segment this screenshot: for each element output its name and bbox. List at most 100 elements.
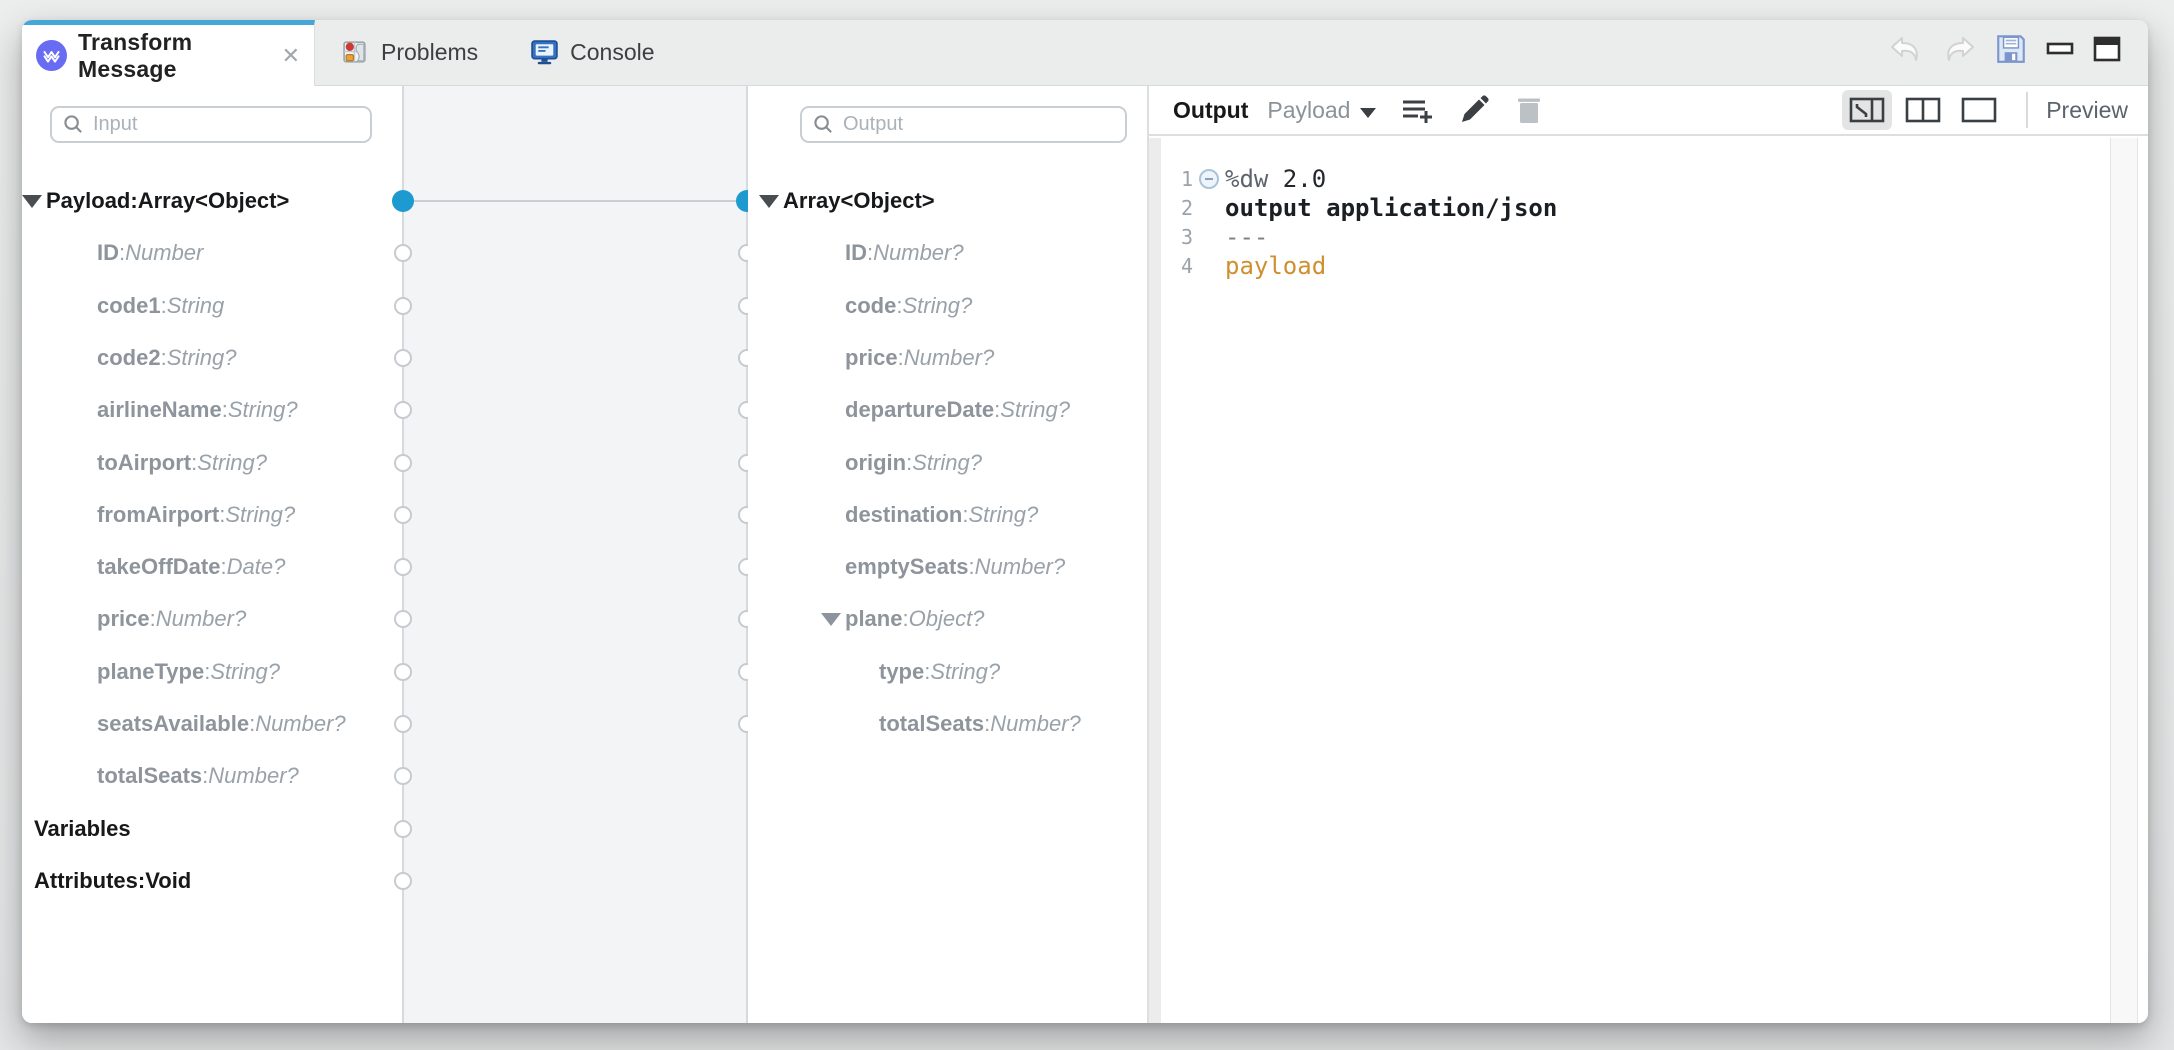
open-port-airlineName[interactable]: [394, 401, 412, 419]
node-type: String?: [210, 659, 280, 685]
editor-title: Output: [1173, 97, 1248, 124]
expanded-triangle-icon[interactable]: [22, 195, 42, 208]
node-label: price: [845, 345, 898, 371]
output-tree-item-origin[interactable]: origin : String?: [748, 437, 1147, 489]
code-line-3[interactable]: 3---: [1161, 222, 2104, 251]
input-tree-item-planeType[interactable]: planeType : String?: [22, 646, 402, 698]
node-type: Number?: [904, 345, 994, 371]
code-line-1[interactable]: 1%dw 2.0: [1161, 164, 2104, 193]
node-type: Number?: [990, 711, 1080, 737]
input-tree-item-ID[interactable]: ID : Number: [22, 227, 402, 279]
open-port-price[interactable]: [394, 610, 412, 628]
node-type: String?: [930, 659, 1000, 685]
open-port-ID[interactable]: [394, 244, 412, 262]
mapping-connection[interactable]: [404, 200, 746, 202]
input-tree-item-Payload[interactable]: Payload : Array<Object>: [22, 175, 402, 227]
output-tree-item-destination[interactable]: destination : String?: [748, 489, 1147, 541]
node-type: Number?: [873, 240, 963, 266]
open-port-planeType[interactable]: [394, 663, 412, 681]
node-label: toAirport: [97, 450, 191, 476]
node-type: String?: [197, 450, 267, 476]
open-port-takeOffDate[interactable]: [394, 558, 412, 576]
code-line-4[interactable]: 4payload: [1161, 251, 2104, 280]
input-tree-item-price[interactable]: price : Number?: [22, 593, 402, 645]
preview-toggle[interactable]: Preview: [2046, 97, 2128, 124]
tab-console[interactable]: Console: [504, 20, 680, 85]
input-tree-item-code1[interactable]: code1 : String: [22, 280, 402, 332]
input-tree-item-fromAirport[interactable]: fromAirport : String?: [22, 489, 402, 541]
problems-icon: [341, 38, 370, 67]
input-tree-item-totalSeats[interactable]: totalSeats : Number?: [22, 750, 402, 802]
node-label: planeType: [97, 659, 204, 685]
node-type: Object?: [909, 606, 985, 632]
input-tree-item-takeOffDate[interactable]: takeOffDate : Date?: [22, 541, 402, 593]
tab-label: Transform Message: [78, 29, 263, 83]
output-tree: Array<Object>ID : Number?code : String?p…: [748, 86, 1147, 1023]
output-tree-item-plane[interactable]: plane : Object?: [748, 593, 1147, 645]
node-label: Payload: [46, 188, 130, 214]
input-tree-item-Variables[interactable]: Variables: [22, 803, 402, 855]
node-type: String?: [1000, 397, 1070, 423]
open-port-Attributes[interactable]: [394, 872, 412, 890]
open-port-fromAirport[interactable]: [394, 506, 412, 524]
node-type: String?: [225, 502, 295, 528]
output-tree-item-emptySeats[interactable]: emptySeats : Number?: [748, 541, 1147, 593]
transform-content: Payload : Array<Object>ID : Numbercode1 …: [22, 86, 2148, 1023]
output-tree-item-totalSeats[interactable]: totalSeats : Number?: [748, 698, 1147, 750]
tab-transform-message[interactable]: Transform Message ✕: [22, 20, 315, 86]
pencil-icon[interactable]: [1458, 94, 1490, 126]
expanded-triangle-icon[interactable]: [821, 613, 841, 626]
dataweave-editor-panel: Output Payload: [1147, 86, 2148, 1023]
open-port-seatsAvailable[interactable]: [394, 715, 412, 733]
input-tree-item-Attributes[interactable]: Attributes : Void: [22, 855, 402, 907]
node-separator: :: [130, 188, 137, 214]
input-tree-item-seatsAvailable[interactable]: seatsAvailable : Number?: [22, 698, 402, 750]
fold-collapse-icon[interactable]: [1199, 169, 1225, 189]
mapping-canvas[interactable]: [402, 86, 748, 1023]
node-type: Date?: [227, 554, 286, 580]
output-tree-item-Array<Object>[interactable]: Array<Object>: [748, 175, 1147, 227]
input-tree-item-airlineName[interactable]: airlineName : String?: [22, 384, 402, 436]
code-line-2[interactable]: 2output application/json: [1161, 193, 2104, 222]
node-type: Number?: [156, 606, 246, 632]
node-label: Variables: [34, 816, 131, 842]
window-toolbar: [1888, 32, 2122, 66]
tab-problems[interactable]: Problems: [315, 20, 504, 85]
output-tree-item-ID[interactable]: ID : Number?: [748, 227, 1147, 279]
view-columns-button[interactable]: [1898, 90, 1948, 130]
editor-gutter: [1149, 138, 1161, 1023]
transform-message-window: Transform Message ✕ Problems: [22, 20, 2148, 1023]
open-port-Variables[interactable]: [394, 820, 412, 838]
tab-label: Problems: [381, 39, 478, 66]
view-single-button[interactable]: [1954, 90, 2004, 130]
close-tab-icon[interactable]: ✕: [274, 43, 300, 69]
open-port-code2[interactable]: [394, 349, 412, 367]
node-label: fromAirport: [97, 502, 219, 528]
open-port-toAirport[interactable]: [394, 454, 412, 472]
output-tree-item-code[interactable]: code : String?: [748, 280, 1147, 332]
open-port-totalSeats[interactable]: [394, 767, 412, 785]
output-tree-item-type[interactable]: type : String?: [748, 646, 1147, 698]
add-list-icon[interactable]: [1400, 94, 1434, 126]
save-icon[interactable]: [1994, 32, 2028, 66]
maximize-icon[interactable]: [2092, 34, 2122, 64]
output-target-selector[interactable]: Payload: [1267, 97, 1350, 124]
caret-down-icon[interactable]: [1360, 108, 1376, 118]
expanded-triangle-icon[interactable]: [759, 195, 779, 208]
code-lines: 1%dw 2.02output application/json3---4pay…: [1161, 138, 2104, 280]
minimize-icon[interactable]: [2045, 34, 2075, 64]
editor-scrollbar[interactable]: [2110, 138, 2138, 1023]
input-tree-item-toAirport[interactable]: toAirport : String?: [22, 437, 402, 489]
open-port-code1[interactable]: [394, 297, 412, 315]
desktop-background: Transform Message ✕ Problems: [0, 0, 2174, 1050]
view-mapping-button[interactable]: [1842, 90, 1892, 130]
tab-label: Console: [570, 39, 654, 66]
node-label: departureDate: [845, 397, 994, 423]
input-tree-item-code2[interactable]: code2 : String?: [22, 332, 402, 384]
toolbar-divider: [2026, 92, 2028, 128]
output-tree-item-departureDate[interactable]: departureDate : String?: [748, 384, 1147, 436]
node-separator: :: [138, 868, 145, 894]
output-tree-item-price[interactable]: price : Number?: [748, 332, 1147, 384]
dataweave-code-area[interactable]: 1%dw 2.02output application/json3---4pay…: [1149, 138, 2148, 1023]
connected-port-Payload[interactable]: [392, 190, 414, 212]
